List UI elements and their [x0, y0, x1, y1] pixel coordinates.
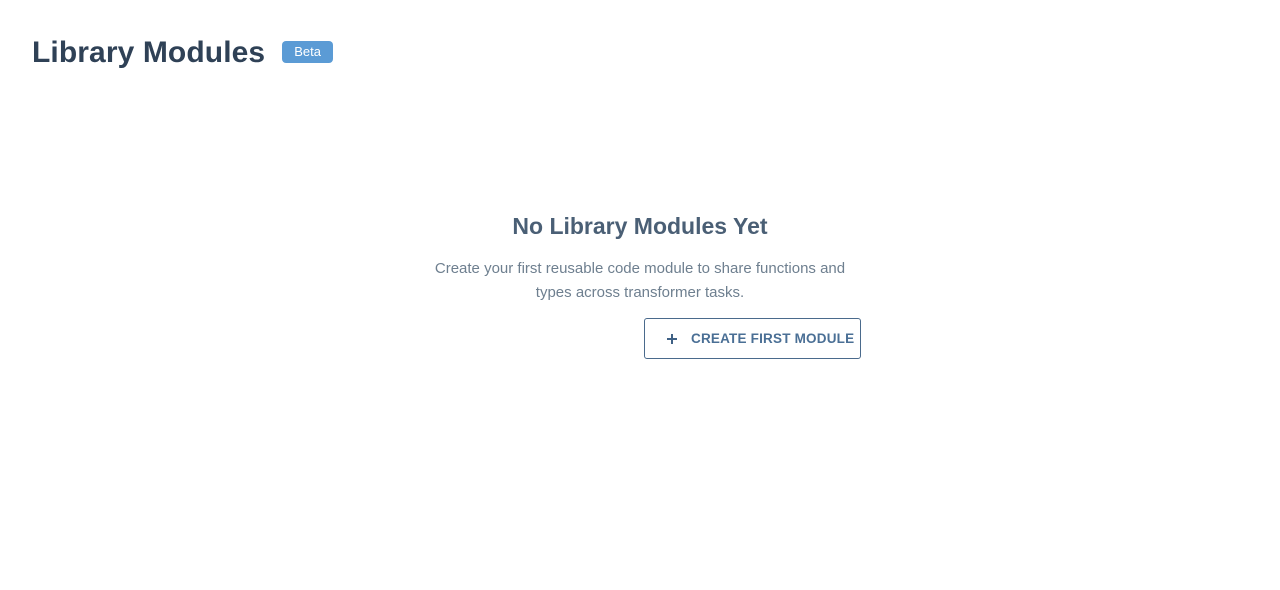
create-first-module-label: CREATE FIRST MODULE	[691, 331, 855, 346]
empty-state-title: No Library Modules Yet	[512, 213, 768, 239]
library-modules-page: Library Modules Beta No Library Modules …	[0, 0, 1280, 590]
beta-badge: Beta	[282, 41, 333, 63]
empty-state: No Library Modules Yet Create your first…	[400, 207, 880, 359]
plus-icon	[667, 333, 677, 344]
create-first-module-button[interactable]: CREATE FIRST MODULE	[644, 318, 861, 359]
empty-state-description: Create your first reusable code module t…	[434, 260, 846, 301]
page-title: Library Modules	[32, 36, 266, 69]
page-header: Library Modules Beta	[32, 34, 333, 72]
